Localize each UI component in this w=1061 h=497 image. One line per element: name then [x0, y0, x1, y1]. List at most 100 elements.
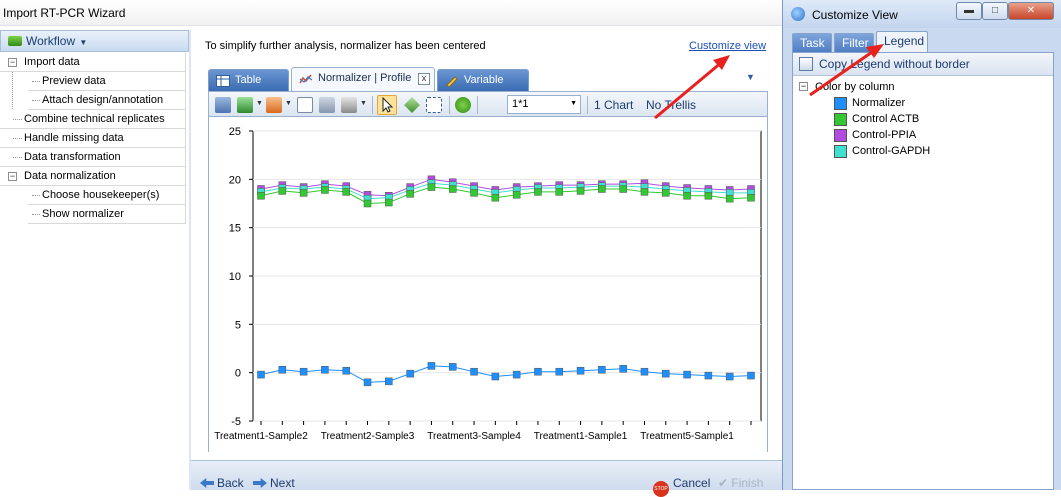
data-point[interactable] [363, 199, 372, 208]
data-point[interactable] [321, 366, 329, 374]
data-point[interactable] [470, 367, 478, 376]
select-icon[interactable] [215, 97, 231, 113]
chevron-down-icon[interactable]: ▼ [360, 100, 367, 107]
next-button[interactable]: Next [253, 476, 295, 490]
data-point[interactable] [278, 187, 287, 195]
data-point[interactable] [747, 371, 755, 380]
data-point[interactable] [427, 362, 436, 370]
refresh-icon[interactable] [455, 97, 471, 113]
data-point[interactable] [363, 378, 372, 387]
tab-variable[interactable]: Variable [437, 69, 529, 91]
tree-item-import-data[interactable]: − Import data [0, 53, 186, 72]
data-point[interactable] [512, 191, 521, 199]
data-point[interactable] [576, 187, 585, 195]
legend-item-normalizer[interactable]: Normalizer [834, 97, 905, 111]
workflow-menu-button[interactable]: Workflow ▼ [0, 30, 189, 52]
excel-export-icon[interactable] [237, 97, 253, 113]
data-point[interactable] [598, 185, 606, 193]
tab-filter[interactable]: Filter [834, 33, 874, 52]
minimize-button[interactable]: ▬ [956, 2, 982, 20]
legend-item-control-actb[interactable]: Control ACTB [834, 113, 919, 127]
data-point[interactable] [342, 188, 350, 196]
customize-view-titlebar[interactable]: Customize View ▬ □ ✕ [783, 0, 1061, 28]
data-point[interactable] [448, 185, 457, 193]
tree-item-preview-data[interactable]: Preview data [28, 72, 186, 91]
data-point[interactable] [683, 370, 691, 379]
data-point[interactable] [555, 367, 564, 376]
maximize-button[interactable]: □ [982, 2, 1008, 20]
customize-view-link[interactable]: Customize view [689, 40, 766, 52]
close-button[interactable]: ✕ [1008, 2, 1054, 20]
data-point[interactable] [619, 185, 627, 193]
data-point[interactable] [725, 372, 734, 381]
data-point[interactable] [491, 193, 500, 202]
tree-item-attach-design[interactable]: Attach design/annotation [28, 91, 186, 110]
data-point[interactable] [321, 186, 329, 194]
back-button[interactable]: Back [200, 476, 244, 490]
collapse-icon[interactable]: − [8, 172, 17, 181]
data-point[interactable] [640, 188, 649, 196]
color-swatch[interactable] [834, 113, 847, 126]
zoom-area-icon[interactable] [426, 97, 442, 113]
data-point[interactable] [576, 366, 585, 375]
tab-task[interactable]: Task [792, 33, 832, 52]
zoom-select[interactable]: 1*1 ▼ [507, 95, 581, 114]
data-point[interactable] [662, 369, 670, 378]
tree-item-choose-housekeeper[interactable]: Choose housekeeper(s) [28, 186, 186, 205]
tree-item-show-normalizer[interactable]: Show normalizer [28, 205, 186, 224]
data-point[interactable] [662, 189, 670, 197]
data-point[interactable] [385, 198, 393, 207]
pointer-icon[interactable] [377, 95, 397, 115]
data-point[interactable] [512, 370, 521, 379]
copy-icon[interactable] [297, 97, 313, 113]
chart-count-button[interactable]: 1 Chart [594, 98, 633, 112]
tab-table[interactable]: Table [208, 69, 289, 91]
data-point[interactable] [725, 194, 734, 203]
close-tab-icon[interactable]: x [418, 73, 430, 85]
data-point[interactable] [640, 367, 649, 376]
data-point[interactable] [555, 188, 564, 196]
data-point[interactable] [534, 188, 542, 196]
data-point[interactable] [491, 372, 500, 381]
data-point[interactable] [342, 366, 350, 375]
tab-list-dropdown-icon[interactable]: ▼ [746, 72, 755, 82]
legend-item-control-gapdh[interactable]: Control-GAPDH [834, 145, 930, 159]
tree-item-missing-data[interactable]: Handle missing data [0, 129, 186, 148]
data-point[interactable] [683, 192, 691, 200]
chevron-down-icon[interactable]: ▼ [285, 100, 292, 107]
print-icon[interactable] [341, 97, 357, 113]
tree-item-combine-replicates[interactable]: Combine technical replicates [0, 110, 186, 129]
data-point[interactable] [747, 193, 755, 202]
data-point[interactable] [470, 189, 478, 197]
data-point[interactable] [427, 183, 436, 191]
data-point[interactable] [598, 366, 606, 374]
data-point[interactable] [278, 366, 287, 374]
tab-normalizer-profile[interactable]: Normalizer | Profile x [291, 67, 435, 91]
powerpoint-export-icon[interactable] [266, 97, 282, 113]
data-point[interactable] [704, 192, 713, 200]
data-point[interactable] [704, 371, 713, 380]
data-point[interactable] [299, 367, 308, 376]
tree-item-data-normalization[interactable]: − Data normalization [0, 167, 186, 186]
cancel-button[interactable]: STOP Cancel [653, 476, 710, 497]
color-swatch[interactable] [834, 129, 847, 142]
collapse-icon[interactable]: − [8, 58, 17, 67]
collapse-icon[interactable]: − [799, 82, 808, 91]
trellis-button[interactable]: No Trellis [646, 98, 696, 112]
data-point[interactable] [448, 363, 457, 371]
data-point[interactable] [406, 369, 414, 378]
color-swatch[interactable] [834, 145, 847, 158]
data-point[interactable] [534, 367, 542, 376]
paste-icon[interactable] [319, 97, 335, 113]
data-point[interactable] [619, 365, 627, 373]
color-swatch[interactable] [834, 97, 847, 110]
data-point[interactable] [257, 192, 265, 200]
copy-legend-button[interactable]: Copy Legend without border [793, 53, 1053, 76]
data-point[interactable] [257, 370, 265, 379]
pan-icon[interactable] [404, 97, 420, 113]
chevron-down-icon[interactable]: ▼ [256, 100, 263, 107]
data-point[interactable] [385, 377, 393, 386]
data-point[interactable] [299, 189, 308, 197]
tree-item-data-transformation[interactable]: Data transformation [0, 148, 186, 167]
tab-legend[interactable]: Legend [876, 31, 928, 52]
